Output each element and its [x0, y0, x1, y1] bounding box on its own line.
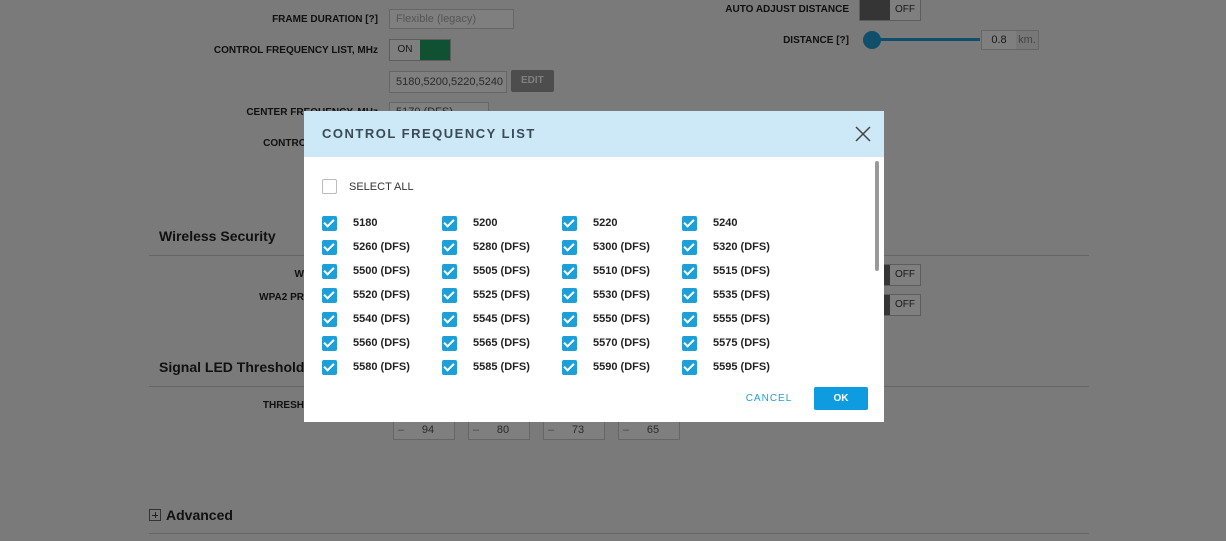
frequency-label: 5535 (DFS) [713, 289, 770, 301]
frequency-label: 5580 (DFS) [353, 361, 410, 373]
checkbox-checked-icon [442, 311, 457, 327]
frequency-label: 5260 (DFS) [353, 241, 410, 253]
frequency-label: 5320 (DFS) [713, 241, 770, 253]
checkbox-checked-icon [322, 335, 337, 351]
frequency-checkbox[interactable]: 5500 (DFS) [322, 259, 442, 283]
checkbox-checked-icon [562, 263, 577, 279]
checkbox-checked-icon [562, 335, 577, 351]
frequency-grid: 5180 5200 5220 5240 5260 (DFS) 5280 (DFS) 5300… [322, 211, 802, 379]
frequency-checkbox[interactable]: 5510 (DFS) [562, 259, 682, 283]
select-all-label: SELECT ALL [349, 180, 414, 193]
checkbox-checked-icon [322, 215, 337, 231]
frequency-label: 5550 (DFS) [593, 313, 650, 325]
dialog-title: CONTROL FREQUENCY LIST [322, 126, 536, 141]
frequency-label: 5540 (DFS) [353, 313, 410, 325]
frequency-checkbox[interactable]: 5545 (DFS) [442, 307, 562, 331]
frequency-checkbox[interactable]: 5180 [322, 211, 442, 235]
checkbox-checked-icon [682, 239, 697, 255]
checkbox-checked-icon [322, 311, 337, 327]
checkbox-checked-icon [322, 263, 337, 279]
frequency-label: 5585 (DFS) [473, 361, 530, 373]
checkbox-checked-icon [322, 359, 337, 375]
frequency-label: 5530 (DFS) [593, 289, 650, 301]
frequency-checkbox[interactable]: 5550 (DFS) [562, 307, 682, 331]
frequency-checkbox[interactable]: 5565 (DFS) [442, 331, 562, 355]
frequency-label: 5545 (DFS) [473, 313, 530, 325]
checkbox-checked-icon [562, 359, 577, 375]
frequency-label: 5500 (DFS) [353, 265, 410, 277]
checkbox-checked-icon [442, 335, 457, 351]
checkbox-unchecked-icon [322, 179, 337, 194]
frequency-checkbox[interactable]: 5580 (DFS) [322, 355, 442, 379]
frequency-checkbox[interactable]: 5570 (DFS) [562, 331, 682, 355]
frequency-label: 5200 [473, 217, 498, 229]
frequency-checkbox[interactable]: 5505 (DFS) [442, 259, 562, 283]
checkbox-checked-icon [682, 287, 697, 303]
frequency-label: 5180 [353, 217, 378, 229]
checkbox-checked-icon [442, 359, 457, 375]
ok-button[interactable]: OK [814, 387, 868, 410]
checkbox-checked-icon [682, 311, 697, 327]
control-frequency-dialog: CONTROL FREQUENCY LIST SELECT ALL 5180 52… [304, 111, 884, 422]
checkbox-checked-icon [442, 215, 457, 231]
frequency-checkbox[interactable]: 5540 (DFS) [322, 307, 442, 331]
frequency-label: 5565 (DFS) [473, 337, 530, 349]
frequency-label: 5560 (DFS) [353, 337, 410, 349]
frequency-checkbox[interactable]: 5575 (DFS) [682, 331, 802, 355]
frequency-checkbox[interactable]: 5595 (DFS) [682, 355, 802, 379]
frequency-label: 5240 [713, 217, 738, 229]
checkbox-checked-icon [562, 215, 577, 231]
checkbox-checked-icon [562, 239, 577, 255]
frequency-checkbox[interactable]: 5535 (DFS) [682, 283, 802, 307]
frequency-label: 5570 (DFS) [593, 337, 650, 349]
frequency-checkbox[interactable]: 5520 (DFS) [322, 283, 442, 307]
frequency-checkbox[interactable]: 5220 [562, 211, 682, 235]
select-all-checkbox[interactable]: SELECT ALL [322, 179, 414, 194]
frequency-checkbox[interactable]: 5200 [442, 211, 562, 235]
frequency-label: 5555 (DFS) [713, 313, 770, 325]
frequency-label: 5510 (DFS) [593, 265, 650, 277]
checkbox-checked-icon [682, 335, 697, 351]
frequency-checkbox[interactable]: 5515 (DFS) [682, 259, 802, 283]
frequency-label: 5575 (DFS) [713, 337, 770, 349]
frequency-checkbox[interactable]: 5530 (DFS) [562, 283, 682, 307]
checkbox-checked-icon [562, 311, 577, 327]
checkbox-checked-icon [682, 215, 697, 231]
checkbox-checked-icon [442, 239, 457, 255]
frequency-label: 5590 (DFS) [593, 361, 650, 373]
checkbox-checked-icon [322, 239, 337, 255]
frequency-label: 5520 (DFS) [353, 289, 410, 301]
frequency-label: 5220 [593, 217, 618, 229]
frequency-checkbox[interactable]: 5555 (DFS) [682, 307, 802, 331]
frequency-checkbox[interactable]: 5300 (DFS) [562, 235, 682, 259]
cancel-button[interactable]: CANCEL [740, 387, 798, 410]
frequency-checkbox[interactable]: 5585 (DFS) [442, 355, 562, 379]
frequency-checkbox[interactable]: 5240 [682, 211, 802, 235]
checkbox-checked-icon [682, 359, 697, 375]
frequency-checkbox[interactable]: 5260 (DFS) [322, 235, 442, 259]
frequency-checkbox[interactable]: 5560 (DFS) [322, 331, 442, 355]
checkbox-checked-icon [682, 263, 697, 279]
frequency-label: 5300 (DFS) [593, 241, 650, 253]
frequency-label: 5525 (DFS) [473, 289, 530, 301]
checkbox-checked-icon [442, 263, 457, 279]
frequency-label: 5280 (DFS) [473, 241, 530, 253]
checkbox-checked-icon [442, 287, 457, 303]
checkbox-checked-icon [562, 287, 577, 303]
frequency-checkbox[interactable]: 5525 (DFS) [442, 283, 562, 307]
frequency-label: 5595 (DFS) [713, 361, 770, 373]
frequency-checkbox[interactable]: 5280 (DFS) [442, 235, 562, 259]
frequency-checkbox[interactable]: 5590 (DFS) [562, 355, 682, 379]
scrollbar[interactable] [875, 161, 879, 271]
frequency-label: 5505 (DFS) [473, 265, 530, 277]
checkbox-checked-icon [322, 287, 337, 303]
dialog-header: CONTROL FREQUENCY LIST [304, 111, 884, 157]
close-icon[interactable] [852, 123, 874, 145]
frequency-label: 5515 (DFS) [713, 265, 770, 277]
frequency-checkbox[interactable]: 5320 (DFS) [682, 235, 802, 259]
